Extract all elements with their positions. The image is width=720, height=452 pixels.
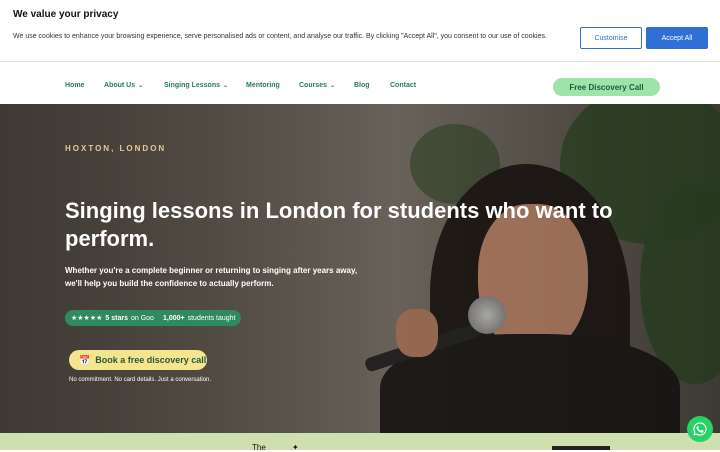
book-button-label: Book a free discovery call xyxy=(95,355,207,365)
nav-item-courses[interactable]: Courses ⌄ xyxy=(299,82,335,89)
main-nav: Home About Us ⌄ Singing Lessons ⌄ Mentorin… xyxy=(0,62,720,104)
chevron-down-icon: ⌄ xyxy=(223,83,229,89)
nav-item-label: Blog xyxy=(354,82,370,89)
nav-item-label: Home xyxy=(65,82,85,89)
logo-icon: ✦ xyxy=(292,443,299,452)
students-badge: 1,000+ students taught xyxy=(154,310,242,326)
stars-icon: ★★★★★ xyxy=(71,315,103,322)
chevron-down-icon: ⌄ xyxy=(138,83,144,89)
nav-item-label: Contact xyxy=(390,82,417,89)
nav-item-blog[interactable]: Blog xyxy=(354,82,370,89)
logo-bar xyxy=(552,446,610,450)
nav-item-label: Singing Lessons xyxy=(164,82,221,89)
whatsapp-icon[interactable] xyxy=(687,416,713,442)
accept-all-button[interactable]: Accept All xyxy=(646,27,708,49)
nav-item-about-us[interactable]: About Us ⌄ xyxy=(104,82,143,89)
nav-item-singing-lessons[interactable]: Singing Lessons ⌄ xyxy=(164,82,228,89)
customise-button[interactable]: Customise xyxy=(580,27,642,49)
fine-print: No commitment. No card details. Just a c… xyxy=(69,377,212,383)
hero-subtext: Whether you're a complete beginner or re… xyxy=(65,266,358,288)
cookie-text: We use cookies to enhance your browsing … xyxy=(13,33,547,40)
book-discovery-call-button[interactable]: 📅 Book a free discovery call xyxy=(69,350,207,370)
free-discovery-call-button[interactable]: Free Discovery Call xyxy=(553,78,660,96)
hero-eyebrow: HOXTON, LONDON xyxy=(65,144,167,153)
nav-item-mentoring[interactable]: Mentoring xyxy=(246,82,280,89)
nav-item-home[interactable]: Home xyxy=(65,82,84,89)
badge-bold: 1,000+ xyxy=(163,314,185,322)
badge-text: students taught xyxy=(187,314,236,322)
badge-bold: 5 stars xyxy=(105,314,128,322)
cookie-banner: We value your privacy We use cookies to … xyxy=(0,0,720,62)
strip-text: The xyxy=(252,443,266,452)
nav-item-contact[interactable]: Contact xyxy=(390,82,416,89)
logo-strip: The ✦ xyxy=(0,433,720,452)
whatsapp-glyph xyxy=(693,422,707,436)
hero-headline: Singing lessons in London for students w… xyxy=(65,198,613,251)
nav-item-label: Courses xyxy=(299,82,328,89)
chevron-down-icon: ⌄ xyxy=(330,83,336,89)
nav-item-label: Mentoring xyxy=(246,82,280,89)
nav-item-label: About Us xyxy=(104,82,136,89)
calendar-icon: 📅 xyxy=(79,354,91,365)
cookie-title: We value your privacy xyxy=(13,9,119,20)
